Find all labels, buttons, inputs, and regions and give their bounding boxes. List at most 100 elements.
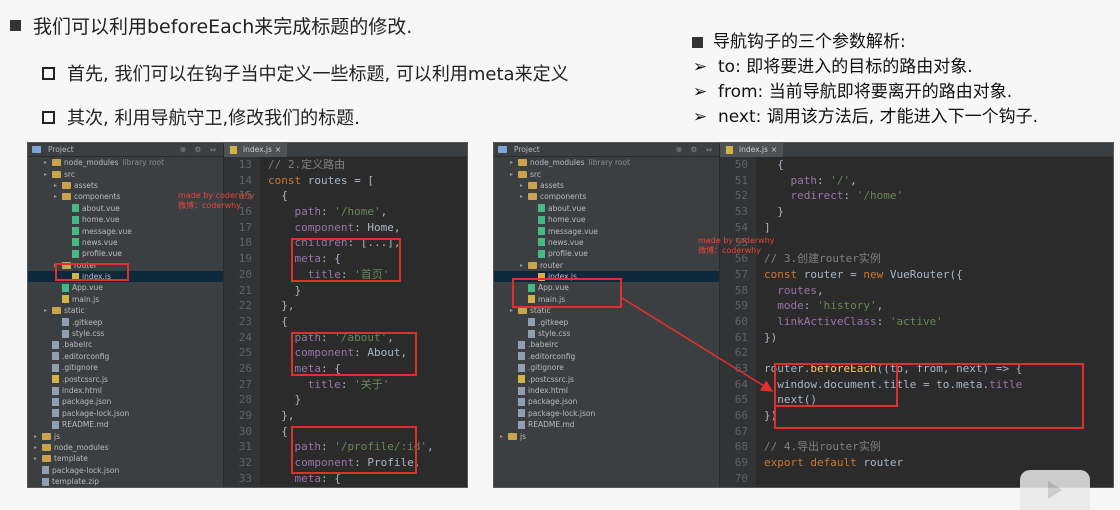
project-header: Project ⊕ ⚙ ⇔	[494, 143, 719, 157]
tree-item[interactable]: profile.vue	[494, 248, 719, 259]
tree-item[interactable]: .gitkeep	[494, 316, 719, 327]
tree-item[interactable]: message.vue	[28, 225, 223, 236]
chevron-icon[interactable]: ▸	[54, 182, 62, 189]
chevron-icon[interactable]: ▸	[44, 159, 52, 166]
tree-item[interactable]: .babelrc	[28, 339, 223, 350]
chevron-icon[interactable]: ▸	[34, 444, 42, 451]
folder-icon	[518, 170, 527, 178]
tree-item[interactable]: .postcssrc.js	[28, 373, 223, 384]
tree-item[interactable]: README.md	[494, 419, 719, 430]
project-tools-icon[interactable]: ⊕ ⚙ ⇔	[180, 145, 219, 154]
editor-tab[interactable]: index.js ×	[224, 143, 288, 157]
line-number: 50	[734, 158, 748, 171]
line-number: 59	[734, 299, 748, 313]
close-icon[interactable]: ×	[275, 145, 281, 154]
chevron-icon[interactable]: ▸	[34, 455, 42, 462]
tree-item[interactable]: main.js	[28, 294, 223, 305]
tree-item[interactable]: ▸ node_modules library root	[28, 157, 223, 168]
tree-item[interactable]: ▸ components	[494, 191, 719, 202]
tree-item-label: home.vue	[82, 215, 120, 225]
chevron-icon[interactable]: ▸	[520, 182, 528, 189]
tree-item[interactable]: ▸ assets	[28, 180, 223, 191]
tree-item[interactable]: style.css	[28, 328, 223, 339]
file-file-icon	[518, 363, 525, 372]
project-tools-icon[interactable]: ⊕ ⚙ ⇔	[676, 145, 715, 154]
tree-item[interactable]: package-lock.json	[494, 408, 719, 419]
tree-item[interactable]: .gitkeep	[28, 316, 223, 327]
folder-icon	[42, 455, 51, 463]
tree-item-label: about.vue	[548, 203, 586, 213]
tree-item[interactable]: ▸ src	[28, 168, 223, 179]
chevron-icon[interactable]: ▸	[500, 433, 508, 440]
tree-item[interactable]: README.md	[28, 419, 223, 430]
close-icon[interactable]: ×	[771, 145, 777, 154]
chevron-icon[interactable]: ▸	[34, 433, 42, 440]
code-line: redirect: '/home'	[790, 189, 904, 203]
param-item: ➢ next: 调用该方法后, 才能进入下一个钩子.	[692, 105, 1038, 130]
tree-item-label: package-lock.json	[528, 408, 596, 418]
tree-item[interactable]: .gitignore	[494, 362, 719, 373]
before-each-highlight	[774, 363, 1084, 429]
chevron-icon[interactable]: ▸	[510, 171, 518, 178]
tree-item[interactable]: ▸ js	[494, 430, 719, 441]
tree-item[interactable]: index.html	[28, 385, 223, 396]
tree-item[interactable]: ▸ template	[28, 453, 223, 464]
tree-item-label: profile.vue	[82, 249, 122, 259]
line-number: 54	[734, 220, 748, 234]
tree-item[interactable]: package-lock.json	[28, 408, 223, 419]
param-item-text: to: 即将要进入的目标的路由对象.	[718, 57, 973, 77]
chevron-icon[interactable]: ▸	[520, 193, 528, 200]
tree-item[interactable]: .editorconfig	[494, 351, 719, 362]
tree-item[interactable]: .postcssrc.js	[494, 373, 719, 384]
tree-item-label: .postcssrc.js	[62, 374, 108, 384]
tree-item[interactable]: home.vue	[28, 214, 223, 225]
chevron-icon[interactable]: ▸	[520, 262, 528, 269]
code-line: export default router	[764, 456, 904, 470]
tree-item[interactable]: .gitignore	[28, 362, 223, 373]
editor-tabbar: index.js ×	[224, 143, 467, 157]
folder-icon	[42, 443, 51, 451]
code-line: {	[764, 158, 784, 171]
chevron-icon[interactable]: ▸	[510, 307, 518, 314]
chevron-icon[interactable]: ▸	[510, 159, 518, 166]
tree-item[interactable]: news.vue	[494, 237, 719, 248]
folder-icon	[518, 307, 527, 315]
chevron-icon[interactable]: ▸	[54, 193, 62, 200]
tree-item[interactable]: home.vue	[494, 214, 719, 225]
tree-item[interactable]: package.json	[28, 396, 223, 407]
chevron-icon[interactable]: ▸	[44, 307, 52, 314]
tree-item[interactable]: about.vue	[494, 203, 719, 214]
tree-item[interactable]: ▸ node_modules	[28, 442, 223, 453]
file-file-icon	[42, 466, 49, 475]
tree-item[interactable]: package.json	[494, 396, 719, 407]
tree-item[interactable]: style.css	[494, 328, 719, 339]
code-line: // 3.创建router实例	[764, 252, 881, 266]
editor-tab[interactable]: index.js ×	[720, 143, 784, 157]
tree-item[interactable]: profile.vue	[28, 248, 223, 259]
tree-item[interactable]: package-lock.json	[28, 465, 223, 476]
code-line: title: '关于'	[307, 377, 390, 391]
tree-item[interactable]: ▸ assets	[494, 180, 719, 191]
tree-item[interactable]: template.zip	[28, 476, 223, 487]
js-file-icon	[52, 375, 59, 384]
tree-item[interactable]: ▸ src	[494, 168, 719, 179]
tree-item[interactable]: ▸ node_modules library root	[494, 157, 719, 168]
tree-item[interactable]: index.html	[494, 385, 719, 396]
tree-item[interactable]: .babelrc	[494, 339, 719, 350]
chevron-icon[interactable]: ▸	[44, 171, 52, 178]
tree-item[interactable]: ▸ static	[28, 305, 223, 316]
line-number: 66	[734, 409, 748, 422]
tree-item[interactable]: .editorconfig	[28, 351, 223, 362]
vue-file-icon	[72, 249, 79, 258]
code-area[interactable]: 50 51 52 53 54 55 56 57 58 59 60 61 62 63 64 65 66 67 68 69…	[720, 157, 1113, 487]
line-number: 34	[224, 486, 260, 487]
code-line: path: '/',	[790, 173, 857, 187]
tree-item[interactable]: ▸ router	[494, 260, 719, 271]
file-file-icon	[518, 386, 525, 395]
file-file-icon	[62, 329, 69, 338]
play-icon	[1048, 481, 1062, 499]
tree-item[interactable]: message.vue	[494, 225, 719, 236]
tree-item[interactable]: news.vue	[28, 237, 223, 248]
tree-item[interactable]: App.vue	[28, 282, 223, 293]
tree-item[interactable]: ▸ js	[28, 430, 223, 441]
